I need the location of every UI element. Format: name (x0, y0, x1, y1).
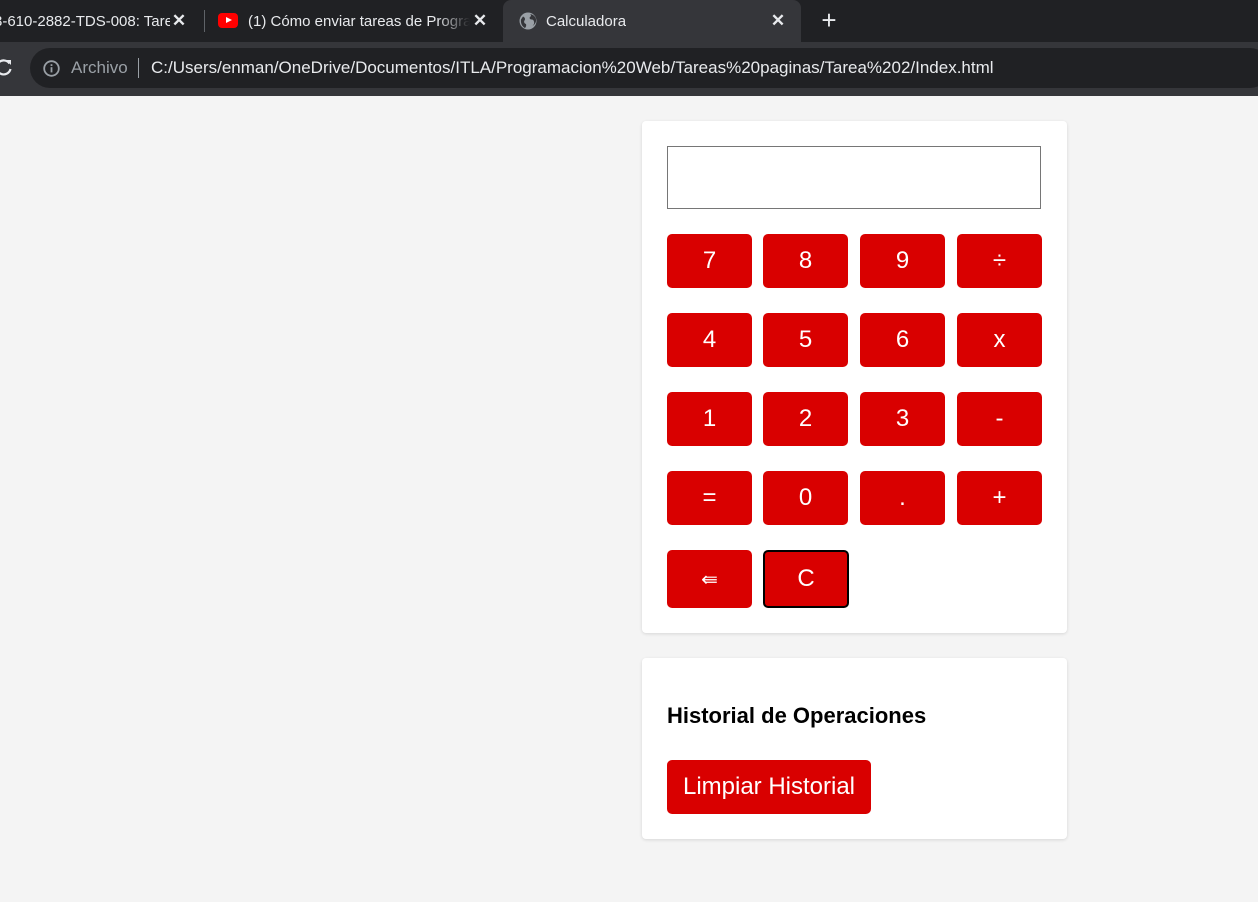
key-divide[interactable]: ÷ (957, 234, 1042, 288)
close-tab-icon[interactable]: ✕ (769, 12, 787, 30)
key-2[interactable]: 2 (763, 392, 848, 446)
key-4[interactable]: 4 (667, 313, 752, 367)
key-add[interactable]: + (957, 471, 1042, 525)
key-decimal[interactable]: . (860, 471, 945, 525)
browser-toolbar: Archivo C:/Users/enman/OneDrive/Document… (0, 42, 1258, 96)
key-backspace[interactable]: ⇚ (667, 550, 752, 608)
key-9[interactable]: 9 (860, 234, 945, 288)
address-bar[interactable]: Archivo C:/Users/enman/OneDrive/Document… (30, 48, 1258, 88)
calculator-display[interactable] (667, 146, 1041, 209)
key-5[interactable]: 5 (763, 313, 848, 367)
tab-title: Calculadora (546, 12, 627, 30)
key-8[interactable]: 8 (763, 234, 848, 288)
key-3[interactable]: 3 (860, 392, 945, 446)
key-1[interactable]: 1 (667, 392, 752, 446)
youtube-icon (218, 13, 238, 28)
tab-itla-tarea[interactable]: 3-610-2882-TDS-008: Tarea ✕ (0, 0, 202, 42)
info-icon[interactable] (43, 60, 60, 77)
key-0[interactable]: 0 (763, 471, 848, 525)
new-tab-plus-icon[interactable]: + (818, 7, 840, 33)
key-clear[interactable]: C (763, 550, 849, 608)
tab-title: (1) Cómo enviar tareas de Programación (248, 12, 470, 30)
url-text[interactable]: C:/Users/enman/OneDrive/Documentos/ITLA/… (151, 58, 994, 78)
browser-tab-strip: 3-610-2882-TDS-008: Tarea ✕ (1) Cómo env… (0, 0, 1258, 42)
key-subtract[interactable]: - (957, 392, 1042, 446)
tab-title: 3-610-2882-TDS-008: Tarea (0, 12, 170, 30)
reload-icon[interactable] (0, 57, 14, 77)
history-card: Historial de Operaciones Limpiar Histori… (642, 658, 1067, 839)
key-multiply[interactable]: x (957, 313, 1042, 367)
tab-youtube[interactable]: (1) Cómo enviar tareas de Programación ✕ (205, 0, 503, 42)
close-tab-icon[interactable]: ✕ (471, 12, 489, 30)
history-title: Historial de Operaciones (667, 703, 927, 728)
calculator-card: 7 8 9 ÷ 4 5 6 x 1 2 3 - = 0 . + ⇚ C (642, 121, 1067, 633)
key-7[interactable]: 7 (667, 234, 752, 288)
clear-history-button[interactable]: Limpiar Historial (667, 760, 871, 814)
tab-calculadora[interactable]: Calculadora ✕ (503, 0, 801, 42)
url-scheme-label: Archivo (71, 58, 128, 77)
close-tab-icon[interactable]: ✕ (170, 12, 188, 30)
key-equals[interactable]: = (667, 471, 752, 525)
globe-icon (519, 12, 537, 30)
key-6[interactable]: 6 (860, 313, 945, 367)
url-divider (138, 58, 139, 78)
